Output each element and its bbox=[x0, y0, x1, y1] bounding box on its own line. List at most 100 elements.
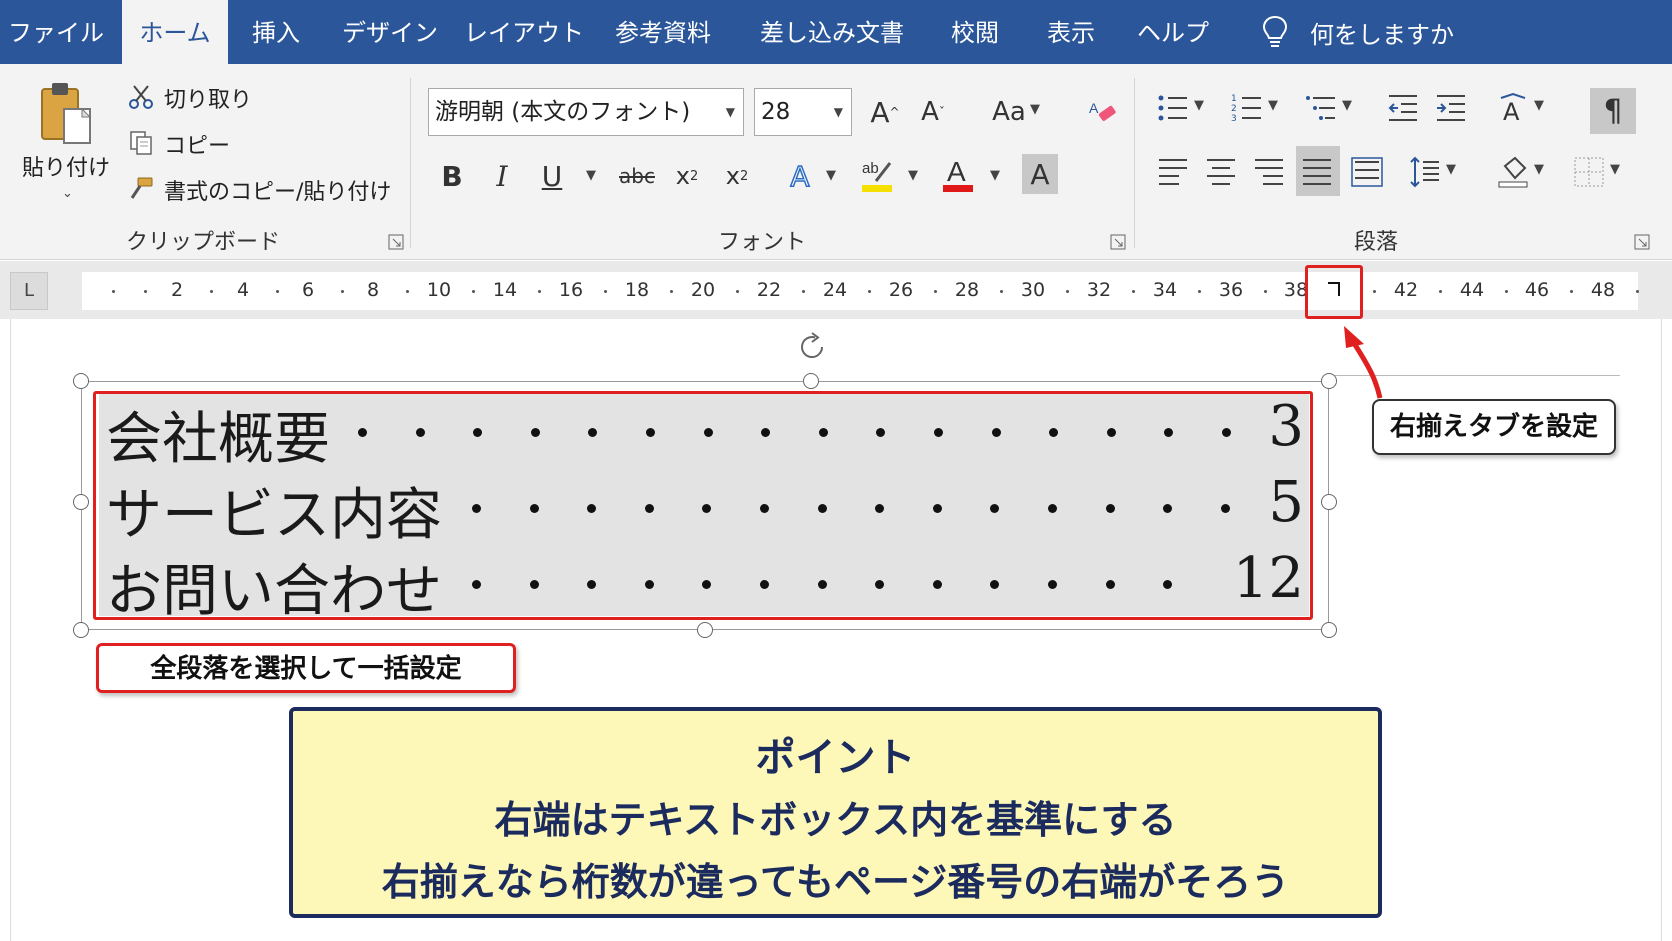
ruler-tick bbox=[538, 290, 541, 293]
format-painter-label[interactable]: 書式のコピー/貼り付け bbox=[164, 174, 391, 206]
resize-handle[interactable] bbox=[697, 622, 713, 638]
increase-indent-button[interactable] bbox=[1434, 88, 1468, 128]
subscript-button[interactable]: x2 bbox=[670, 154, 704, 198]
rotate-handle[interactable] bbox=[795, 330, 829, 368]
grow-font-button[interactable]: A ^ bbox=[868, 92, 902, 132]
clipboard-dialog-launcher-icon[interactable] bbox=[388, 234, 404, 250]
decrease-indent-button[interactable] bbox=[1386, 88, 1420, 128]
right-tab-stop-icon[interactable] bbox=[1328, 282, 1340, 296]
character-shading-button[interactable]: A bbox=[1022, 154, 1058, 194]
borders-button[interactable] bbox=[1572, 152, 1606, 192]
tab-file[interactable]: ファイル bbox=[8, 0, 104, 64]
tab-layout[interactable]: レイアウト bbox=[464, 0, 584, 64]
font-group-label: フォント bbox=[718, 230, 807, 255]
resize-handle[interactable] bbox=[1321, 622, 1337, 638]
ruler-number: 26 bbox=[888, 279, 914, 301]
tab-selector-button[interactable]: L bbox=[10, 272, 48, 310]
highlighter-icon: ab bbox=[862, 160, 892, 192]
chevron-down-icon[interactable]: ▼ bbox=[1610, 162, 1620, 177]
font-size-combo[interactable]: 28 ▼ bbox=[754, 88, 852, 136]
distributed-button[interactable] bbox=[1350, 152, 1384, 192]
align-right-button[interactable] bbox=[1252, 152, 1286, 192]
bullets-icon bbox=[1158, 95, 1187, 121]
chevron-down-icon[interactable]: ▼ bbox=[1342, 98, 1352, 113]
multilevel-list-button[interactable] bbox=[1304, 88, 1338, 128]
align-left-button[interactable] bbox=[1156, 152, 1190, 192]
paste-button[interactable] bbox=[34, 76, 98, 152]
chevron-down-icon[interactable]: ▼ bbox=[908, 168, 918, 183]
ruler-number: 48 bbox=[1590, 279, 1616, 301]
resize-handle[interactable] bbox=[73, 494, 89, 510]
font-dialog-launcher-icon[interactable] bbox=[1110, 234, 1126, 250]
change-case-button[interactable]: Aa bbox=[984, 92, 1034, 132]
right-tab-callout: 右揃えタブを設定 bbox=[1372, 399, 1616, 455]
chevron-down-icon[interactable]: ▼ bbox=[1534, 98, 1544, 113]
ruler-number: 6 bbox=[301, 279, 315, 301]
ribbon-home: 貼り付け ⌄ 切り取り コピー 書式のコピー/貼り付け クリップボード 游明朝 … bbox=[0, 64, 1672, 260]
format-painter-button[interactable] bbox=[128, 176, 154, 202]
svg-text:ab: ab bbox=[862, 160, 879, 177]
ruler-number: 4 bbox=[236, 279, 250, 301]
show-hide-marks-button[interactable]: ¶ bbox=[1590, 88, 1636, 134]
ruler-tick bbox=[736, 290, 739, 293]
shading-button[interactable] bbox=[1496, 152, 1530, 192]
bullets-button[interactable] bbox=[1156, 88, 1190, 128]
increase-indent-icon bbox=[1437, 95, 1465, 121]
resize-handle[interactable] bbox=[803, 373, 819, 389]
font-size-value: 28 bbox=[761, 99, 791, 125]
borders-icon bbox=[1574, 157, 1604, 187]
chevron-down-icon[interactable]: ▼ bbox=[990, 168, 1000, 183]
paste-dropdown-arrow[interactable]: ⌄ bbox=[62, 186, 73, 201]
copy-label[interactable]: コピー bbox=[164, 128, 230, 160]
highlight-button[interactable]: ab bbox=[858, 152, 896, 198]
paragraph-dialog-launcher-icon[interactable] bbox=[1634, 234, 1650, 250]
tell-me-search[interactable]: 何をしますか bbox=[1262, 0, 1454, 64]
chevron-down-icon[interactable]: ▼ bbox=[826, 168, 836, 183]
chevron-down-icon[interactable]: ▼ bbox=[1194, 98, 1204, 113]
chevron-down-icon[interactable]: ▼ bbox=[1268, 98, 1278, 113]
resize-handle[interactable] bbox=[1321, 494, 1337, 510]
ruler-number: 30 bbox=[1020, 279, 1046, 301]
underline-button[interactable]: U bbox=[536, 154, 568, 198]
chevron-down-icon[interactable]: ▼ bbox=[586, 168, 596, 183]
chevron-down-icon: ▼ bbox=[725, 105, 735, 119]
resize-handle[interactable] bbox=[73, 622, 89, 638]
ruler-number: 42 bbox=[1393, 279, 1419, 301]
tab-review[interactable]: 校閲 bbox=[940, 0, 1010, 64]
bold-button[interactable]: B bbox=[436, 154, 468, 198]
tab-home[interactable]: ホーム bbox=[122, 0, 228, 64]
tab-mailings[interactable]: 差し込み文書 bbox=[748, 0, 916, 64]
cut-button[interactable] bbox=[128, 84, 154, 110]
align-center-icon bbox=[1207, 159, 1235, 185]
strikethrough-button[interactable]: abc bbox=[616, 154, 658, 198]
numbering-button[interactable]: 123 bbox=[1230, 88, 1264, 128]
line-spacing-button[interactable] bbox=[1408, 152, 1442, 192]
text-effects-button[interactable]: A bbox=[784, 154, 816, 198]
superscript-button[interactable]: x2 bbox=[720, 154, 754, 198]
clear-formatting-button[interactable]: A bbox=[1084, 92, 1120, 132]
font-name-combo[interactable]: 游明朝 (本文のフォント) ▼ bbox=[428, 88, 744, 136]
group-separator bbox=[410, 78, 411, 248]
resize-handle[interactable] bbox=[73, 373, 89, 389]
copy-button[interactable] bbox=[128, 130, 154, 156]
justify-button[interactable] bbox=[1300, 152, 1334, 192]
tell-me-label: 何をしますか bbox=[1310, 20, 1454, 49]
chevron-down-icon[interactable]: ▼ bbox=[1030, 102, 1040, 117]
tab-design[interactable]: デザイン bbox=[338, 0, 442, 64]
ruler-tick bbox=[406, 290, 409, 293]
callout-arrow-icon bbox=[1344, 326, 1383, 399]
tab-view[interactable]: 表示 bbox=[1036, 0, 1106, 64]
chevron-down-icon[interactable]: ▼ bbox=[1446, 162, 1456, 177]
ruler-number: 18 bbox=[624, 279, 650, 301]
asian-layout-button[interactable]: A bbox=[1496, 88, 1530, 128]
ruler-number: 44 bbox=[1459, 279, 1485, 301]
align-center-button[interactable] bbox=[1204, 152, 1238, 192]
chevron-down-icon[interactable]: ▼ bbox=[1534, 162, 1544, 177]
cut-label[interactable]: 切り取り bbox=[164, 82, 252, 114]
font-color-button[interactable]: A bbox=[940, 152, 976, 198]
tab-insert[interactable]: 挿入 bbox=[240, 0, 312, 64]
tab-help[interactable]: ヘルプ bbox=[1132, 0, 1214, 64]
tab-references[interactable]: 参考資料 bbox=[604, 0, 722, 64]
italic-button[interactable]: I bbox=[486, 154, 518, 198]
shrink-font-button[interactable]: Aˇ bbox=[916, 92, 950, 132]
